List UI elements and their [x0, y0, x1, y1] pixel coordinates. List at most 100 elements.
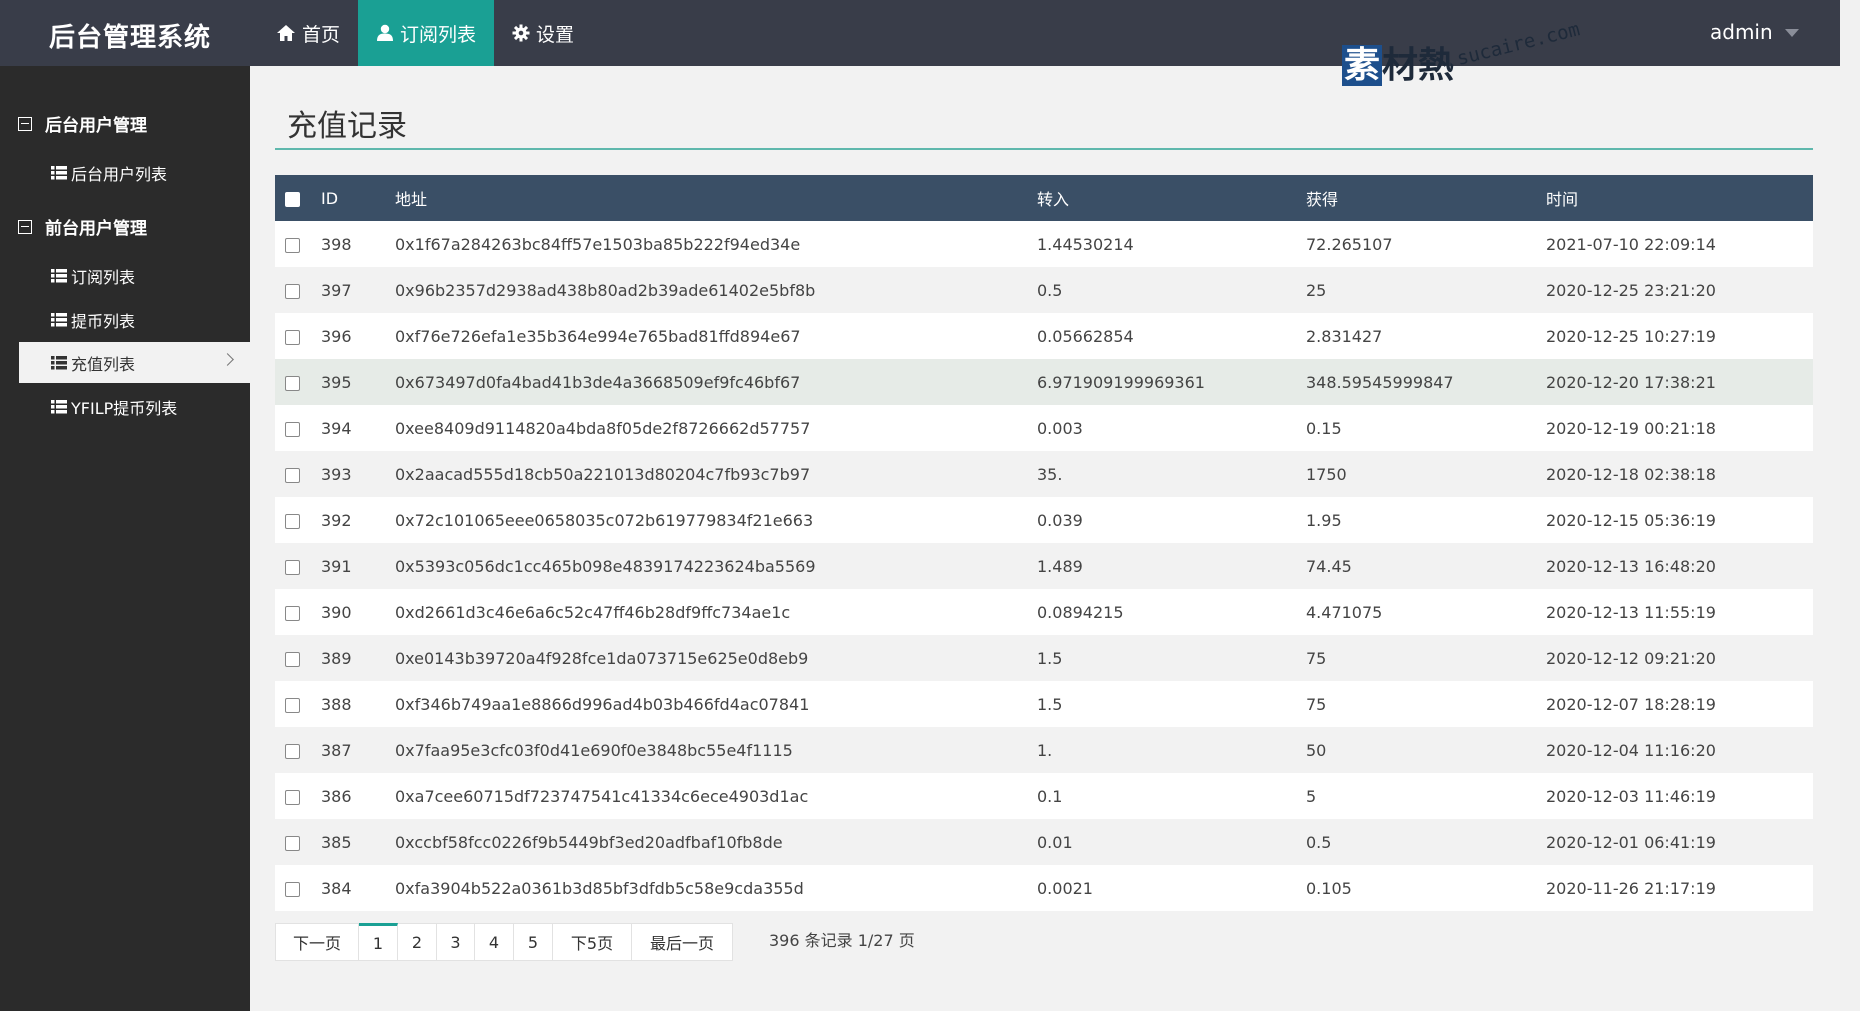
row-checkbox[interactable]: [285, 283, 300, 299]
cell-get: 75: [1306, 694, 1327, 714]
cell-id: 387: [321, 740, 352, 760]
sidebar-item-recharges[interactable]: 充值列表: [19, 342, 250, 383]
sidebar-group-label: 后台用户管理: [45, 116, 147, 136]
row-checkbox-cell: [275, 497, 321, 543]
user-menu[interactable]: admin: [1710, 20, 1799, 44]
top-bar: 后台管理系统 首页 订阅列表 设置 admin: [0, 0, 1840, 66]
cell-address: 0xfa3904b522a0361b3d85bf3dfdb5c58e9cda35…: [395, 878, 804, 898]
cell-id: 397: [321, 280, 352, 300]
app-logo: 后台管理系统: [49, 23, 212, 53]
select-all-checkbox[interactable]: [285, 191, 300, 207]
sidebar-item-label: 订阅列表: [71, 267, 136, 287]
last-page-button[interactable]: 最后一页: [632, 923, 733, 961]
row-checkbox[interactable]: [285, 881, 300, 897]
sidebar-item-subscriptions[interactable]: 订阅列表: [19, 255, 250, 296]
page-5-button[interactable]: 5: [514, 923, 553, 961]
sidebar-item-admin-user-list[interactable]: 后台用户列表: [19, 152, 250, 193]
cell-time: 2020-12-19 00:21:18: [1546, 418, 1716, 438]
cell-in: 1.: [1037, 740, 1053, 760]
cell-time: 2020-12-15 05:36:19: [1546, 510, 1716, 530]
gear-icon: [512, 24, 530, 42]
table-row[interactable]: 392 0x72c101065eee0658035c072b619779834f2…: [275, 497, 1813, 543]
pagination: 下一页 1 2 3 4 5 下5页 最后一页: [275, 923, 733, 961]
cell-address: 0x96b2357d2938ad438b80ad2b39ade61402e5bf…: [395, 280, 816, 300]
page-4-button[interactable]: 4: [475, 923, 514, 961]
cell-id: 386: [321, 786, 352, 806]
table-row[interactable]: 396 0xf76e726efa1e35b364e994e765bad81ffd8…: [275, 313, 1813, 359]
row-checkbox-cell: [275, 635, 321, 681]
row-checkbox-cell: [275, 543, 321, 589]
nav-subscriptions[interactable]: 订阅列表: [358, 0, 495, 66]
select-all-cell: [275, 175, 321, 221]
row-checkbox[interactable]: [285, 559, 300, 575]
cell-in: 0.0021: [1037, 878, 1093, 898]
recharge-table: ID 地址 转入 获得 时间 398 0x1f67a284263bc84ff57e…: [275, 175, 1813, 911]
row-checkbox[interactable]: [285, 375, 300, 391]
cell-time: 2020-12-25 10:27:19: [1546, 326, 1716, 346]
sidebar-group-front-users[interactable]: 前台用户管理: [18, 214, 147, 239]
row-checkbox[interactable]: [285, 743, 300, 759]
nav-home-label: 首页: [302, 23, 341, 46]
nav-settings[interactable]: 设置: [494, 0, 592, 66]
next-5-pages-button[interactable]: 下5页: [553, 923, 632, 961]
page-1-button[interactable]: 1: [359, 923, 398, 961]
nav-home[interactable]: 首页: [258, 0, 358, 66]
cell-address: 0xee8409d9114820a4bda8f05de2f8726662d577…: [395, 418, 811, 438]
table-row[interactable]: 386 0xa7cee60715df723747541c41334c6ece490…: [275, 773, 1813, 819]
table-row[interactable]: 388 0xf346b749aa1e8866d996ad4b03b466fd4ac…: [275, 681, 1813, 727]
title-divider: [275, 148, 1813, 150]
prev-page-button[interactable]: 下一页: [275, 923, 359, 961]
home-icon: [276, 24, 296, 42]
row-checkbox[interactable]: [285, 467, 300, 483]
list-icon: [51, 355, 67, 370]
table-row[interactable]: 393 0x2aacad555d18cb50a221013d80204c7fb93…: [275, 451, 1813, 497]
cell-time: 2020-12-07 18:28:19: [1546, 694, 1716, 714]
row-checkbox[interactable]: [285, 789, 300, 805]
cell-address: 0xf76e726efa1e35b364e994e765bad81ffd894e…: [395, 326, 801, 346]
sidebar-item-withdrawals[interactable]: 提币列表: [19, 299, 250, 340]
cell-in: 1.489: [1037, 556, 1083, 576]
row-checkbox[interactable]: [285, 329, 300, 345]
row-checkbox[interactable]: [285, 513, 300, 529]
cell-in: 0.1: [1037, 786, 1063, 806]
cell-get: 0.5: [1306, 832, 1332, 852]
top-nav: 首页 订阅列表 设置: [258, 0, 592, 66]
table-row[interactable]: 391 0x5393c056dc1cc465b098e4839174223624b…: [275, 543, 1813, 589]
cell-id: 385: [321, 832, 352, 852]
cell-get: 348.59545999847: [1306, 372, 1454, 392]
cell-get: 72.265107: [1306, 234, 1393, 254]
table-row[interactable]: 398 0x1f67a284263bc84ff57e1503ba85b222f94…: [275, 221, 1813, 267]
row-checkbox[interactable]: [285, 605, 300, 621]
sidebar-item-label: 后台用户列表: [71, 164, 168, 184]
cell-in: 0.05662854: [1037, 326, 1134, 346]
sidebar-group-admin-users[interactable]: 后台用户管理: [18, 111, 147, 136]
cell-in: 0.5: [1037, 280, 1063, 300]
collapse-icon: [18, 219, 32, 234]
row-checkbox[interactable]: [285, 835, 300, 851]
sidebar-item-yfilp-withdrawals[interactable]: YFILP提币列表: [19, 386, 250, 427]
page-scrollbar[interactable]: [1840, 0, 1860, 1011]
sidebar-item-label: 充值列表: [71, 354, 136, 374]
page-2-button[interactable]: 2: [398, 923, 437, 961]
table-row[interactable]: 395 0x673497d0fa4bad41b3de4a3668509ef9fc4…: [275, 359, 1813, 405]
row-checkbox[interactable]: [285, 697, 300, 713]
table-row[interactable]: 389 0xe0143b39720a4f928fce1da073715e625e0…: [275, 635, 1813, 681]
nav-settings-label: 设置: [536, 23, 575, 46]
cell-id: 398: [321, 234, 352, 254]
header-in: 转入: [1037, 190, 1070, 209]
cell-time: 2020-12-20 17:38:21: [1546, 372, 1716, 392]
row-checkbox-cell: [275, 221, 321, 267]
page-3-button[interactable]: 3: [437, 923, 475, 961]
table-row[interactable]: 387 0x7faa95e3cfc03f0d41e690f0e3848bc55e4…: [275, 727, 1813, 773]
table-row[interactable]: 397 0x96b2357d2938ad438b80ad2b39ade61402e…: [275, 267, 1813, 313]
table-row[interactable]: 394 0xee8409d9114820a4bda8f05de2f8726662d…: [275, 405, 1813, 451]
cell-time: 2020-12-12 09:21:20: [1546, 648, 1716, 668]
row-checkbox[interactable]: [285, 651, 300, 667]
cell-time: 2020-12-13 16:48:20: [1546, 556, 1716, 576]
table-row[interactable]: 385 0xccbf58fcc0226f9b5449bf3ed20adfbaf10…: [275, 819, 1813, 865]
table-row[interactable]: 384 0xfa3904b522a0361b3d85bf3dfdb5c58e9cd…: [275, 865, 1813, 911]
row-checkbox[interactable]: [285, 237, 300, 253]
row-checkbox[interactable]: [285, 421, 300, 437]
table-row[interactable]: 390 0xd2661d3c46e6a6c52c47ff46b28df9ffc73…: [275, 589, 1813, 635]
cell-get: 0.105: [1306, 878, 1352, 898]
